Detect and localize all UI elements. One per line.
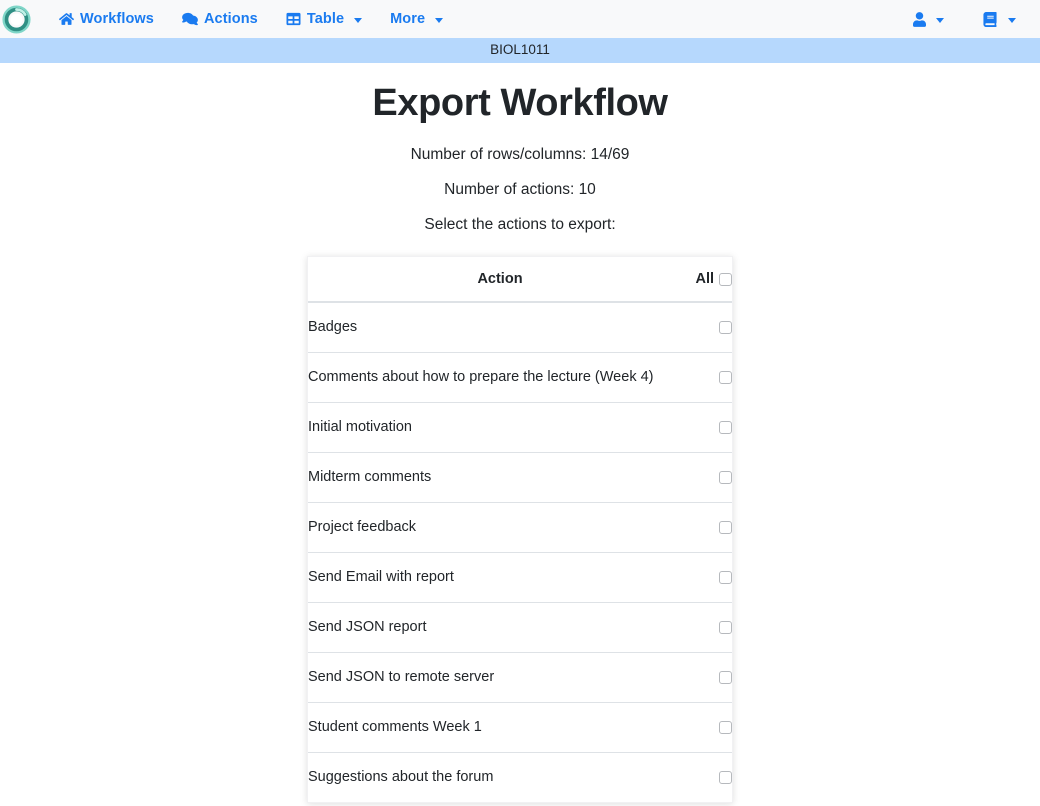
action-select-checkbox[interactable] xyxy=(719,420,732,434)
action-select-checkbox[interactable] xyxy=(719,720,732,734)
action-name-cell: Initial motivation xyxy=(308,402,692,454)
actions-table-card: Action All Badges Comments about how to p… xyxy=(307,256,733,804)
nav-item-docs-menu[interactable] xyxy=(972,6,1026,33)
action-name-cell: Project feedback xyxy=(308,502,692,554)
action-name-cell: Suggestions about the forum xyxy=(308,769,494,786)
course-banner: BIOL1011 xyxy=(0,38,1040,63)
nav-item-actions-label: Actions xyxy=(203,11,258,27)
action-name-cell: Send JSON to remote server xyxy=(308,652,692,704)
table-row: Send JSON to remote server xyxy=(308,652,732,704)
chevron-down-icon xyxy=(435,17,444,23)
action-select-cell xyxy=(692,452,732,504)
action-select-cell xyxy=(692,302,732,354)
page-content: Export Workflow Number of rows/columns: … xyxy=(0,63,1040,806)
action-select-checkbox[interactable] xyxy=(719,520,732,534)
action-select-checkbox[interactable] xyxy=(719,570,732,584)
action-select-cell xyxy=(692,652,732,704)
action-name-cell: Badges xyxy=(308,302,692,354)
action-select-checkbox[interactable] xyxy=(719,470,732,484)
table-row: Initial motivation xyxy=(308,402,732,454)
action-select-checkbox[interactable] xyxy=(719,670,732,684)
action-name-cell: Send Email with report xyxy=(308,552,692,604)
actions-table-body: Badges Comments about how to prepare the … xyxy=(308,302,732,802)
table-grid-icon xyxy=(286,12,301,26)
column-header-all: All xyxy=(692,257,732,304)
action-select-cell xyxy=(692,702,732,754)
table-row: Comments about how to prepare the lectur… xyxy=(308,352,732,404)
action-select-cell xyxy=(692,352,732,404)
main-navbar: Workflows Actions Table More xyxy=(0,0,1040,38)
action-select-checkbox[interactable] xyxy=(719,620,732,634)
navbar-right-items xyxy=(903,6,1026,33)
rows-columns-info: Number of rows/columns: 14/69 xyxy=(410,146,630,163)
actions-table: Action All Badges Comments about how to p… xyxy=(308,257,732,802)
ontask-circle-logo-icon xyxy=(1,4,31,34)
actions-count-info: Number of actions: 10 xyxy=(444,181,596,198)
select-all-label: All xyxy=(695,271,714,288)
nav-item-table[interactable]: Table xyxy=(272,5,376,33)
action-select-cell xyxy=(692,602,732,654)
nav-item-table-label: Table xyxy=(306,11,345,27)
table-header-row: Action All xyxy=(308,257,732,304)
column-header-action: Action xyxy=(308,257,692,304)
brand-logo[interactable] xyxy=(1,4,31,34)
table-row: Midterm comments xyxy=(308,452,732,504)
select-all-checkbox[interactable] xyxy=(719,272,732,286)
nav-item-workflows-label: Workflows xyxy=(80,11,154,27)
course-code: BIOL1011 xyxy=(490,42,550,57)
chevron-down-icon xyxy=(936,17,944,23)
user-icon xyxy=(913,11,926,27)
page-title: Export Workflow xyxy=(372,82,668,124)
table-row: Suggestions about the forum xyxy=(308,753,732,803)
chevron-down-icon xyxy=(1008,17,1016,23)
action-name-cell: Send JSON report xyxy=(308,602,692,654)
nav-item-workflows[interactable]: Workflows xyxy=(45,5,168,33)
action-select-checkbox[interactable] xyxy=(719,770,732,784)
nav-item-actions[interactable]: Actions xyxy=(168,5,272,33)
action-select-checkbox[interactable] xyxy=(719,320,732,334)
action-select-checkbox[interactable] xyxy=(719,370,732,384)
table-row: Badges xyxy=(308,302,732,354)
table-row: Student comments Week 1 xyxy=(308,702,732,754)
nav-item-user-menu[interactable] xyxy=(903,6,954,33)
comments-icon xyxy=(182,12,198,26)
actions-table-head: Action All xyxy=(308,257,732,304)
select-actions-prompt: Select the actions to export: xyxy=(424,216,616,233)
chevron-down-icon xyxy=(354,17,363,23)
action-select-cell xyxy=(692,502,732,554)
book-icon xyxy=(982,11,998,27)
action-select-cell xyxy=(692,402,732,454)
home-icon xyxy=(59,12,74,26)
table-row: Send Email with report xyxy=(308,552,732,604)
action-name-cell: Midterm comments xyxy=(308,452,692,504)
nav-item-more[interactable]: More xyxy=(376,5,457,33)
action-name-cell: Comments about how to prepare the lectur… xyxy=(308,352,692,404)
table-row: Send JSON report xyxy=(308,602,732,654)
action-select-cell xyxy=(692,753,732,803)
nav-item-more-label: More xyxy=(390,11,426,27)
navbar-items: Workflows Actions Table More xyxy=(45,5,457,33)
action-name-cell: Student comments Week 1 xyxy=(308,702,692,754)
action-select-cell xyxy=(692,552,732,604)
table-row: Project feedback xyxy=(308,502,732,554)
